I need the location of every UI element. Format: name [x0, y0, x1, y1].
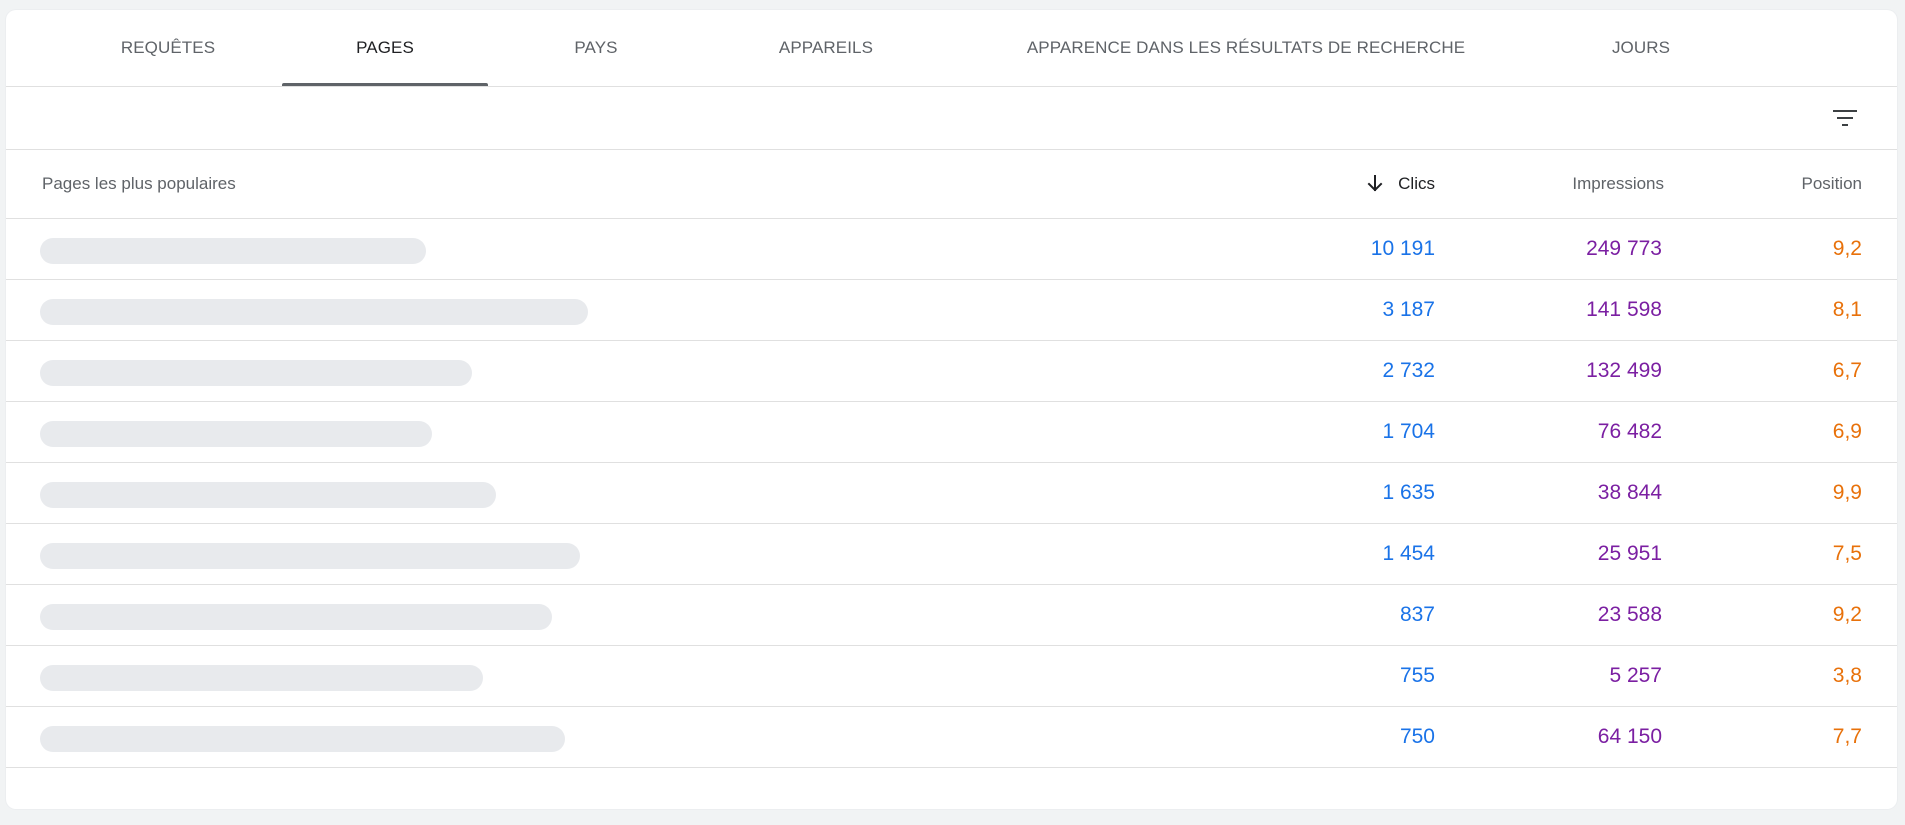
- position-cell: 8,1: [1832, 298, 1862, 321]
- position-cell: 7,5: [1832, 542, 1862, 565]
- impressions-cell: 25 951: [1597, 542, 1662, 565]
- position-cell: 6,7: [1832, 359, 1862, 382]
- clicks-cell: 750: [1399, 725, 1435, 748]
- position-cell: 9,2: [1832, 237, 1862, 260]
- page-url-placeholder: [40, 665, 483, 691]
- position-cell: 9,9: [1832, 481, 1862, 504]
- table-row[interactable]: 1 454 25 951 7,5: [6, 524, 1897, 585]
- impressions-cell: 132 499: [1586, 359, 1662, 382]
- tab-requetes[interactable]: REQUÊTES: [76, 10, 260, 86]
- table-row[interactable]: 2 732 132 499 6,7: [6, 341, 1897, 402]
- page-url-placeholder: [40, 604, 552, 630]
- impressions-cell: 38 844: [1597, 481, 1662, 504]
- filter-icon[interactable]: [1833, 107, 1857, 129]
- column-header-impressions[interactable]: Impressions: [1572, 150, 1664, 218]
- impressions-cell: 64 150: [1597, 725, 1662, 748]
- page-url-placeholder: [40, 543, 580, 569]
- table-header: Pages les plus populaires Clics Impressi…: [6, 150, 1897, 219]
- active-tab-indicator: [282, 83, 488, 86]
- page-url-placeholder: [40, 238, 426, 264]
- position-cell: 6,9: [1832, 420, 1862, 443]
- impressions-cell: 23 588: [1597, 603, 1662, 626]
- tab-appareils[interactable]: APPAREILS: [726, 10, 926, 86]
- table-row[interactable]: 3 187 141 598 8,1: [6, 280, 1897, 341]
- table-row[interactable]: 755 5 257 3,8: [6, 646, 1897, 707]
- performance-table-card: REQUÊTES PAGES PAYS APPAREILS APPARENCE …: [6, 10, 1897, 809]
- page-url-placeholder: [40, 726, 565, 752]
- clicks-cell: 3 187: [1382, 298, 1435, 321]
- impressions-cell: 141 598: [1586, 298, 1662, 321]
- clicks-cell: 2 732: [1382, 359, 1435, 382]
- table-row[interactable]: 10 191 249 773 9,2: [6, 219, 1897, 280]
- page-url-placeholder: [40, 421, 432, 447]
- page-url-placeholder: [40, 299, 588, 325]
- column-header-clicks[interactable]: Clics: [1367, 150, 1435, 218]
- position-cell: 7,7: [1832, 725, 1862, 748]
- clicks-header-label: Clics: [1398, 174, 1435, 193]
- table-body: 10 191 249 773 9,2 3 187 141 598 8,1 2 7…: [6, 219, 1897, 768]
- tab-pays[interactable]: PAYS: [526, 10, 666, 86]
- page-url-placeholder: [40, 360, 472, 386]
- table-row[interactable]: 750 64 150 7,7: [6, 707, 1897, 768]
- column-header-position[interactable]: Position: [1802, 150, 1862, 218]
- impressions-cell: 5 257: [1609, 664, 1662, 687]
- filter-bar: [6, 87, 1897, 150]
- clicks-cell: 1 704: [1382, 420, 1435, 443]
- impressions-cell: 76 482: [1597, 420, 1662, 443]
- table-row[interactable]: 1 704 76 482 6,9: [6, 402, 1897, 463]
- tab-jours[interactable]: JOURS: [1566, 10, 1716, 86]
- clicks-cell: 1 454: [1382, 542, 1435, 565]
- position-cell: 9,2: [1832, 603, 1862, 626]
- position-cell: 3,8: [1832, 664, 1862, 687]
- table-row[interactable]: 837 23 588 9,2: [6, 585, 1897, 646]
- clicks-cell: 10 191: [1370, 237, 1435, 260]
- table-row[interactable]: 1 635 38 844 9,9: [6, 463, 1897, 524]
- page-url-placeholder: [40, 482, 496, 508]
- clicks-cell: 755: [1399, 664, 1435, 687]
- column-header-pages: Pages les plus populaires: [42, 174, 236, 193]
- tab-apparence[interactable]: APPARENCE DANS LES RÉSULTATS DE RECHERCH…: [996, 10, 1496, 86]
- tab-pages[interactable]: PAGES: [282, 10, 488, 86]
- clicks-cell: 1 635: [1382, 481, 1435, 504]
- dimension-tabs: REQUÊTES PAGES PAYS APPAREILS APPARENCE …: [6, 10, 1897, 87]
- arrow-down-icon: [1367, 175, 1383, 192]
- clicks-cell: 837: [1399, 603, 1435, 626]
- impressions-cell: 249 773: [1586, 237, 1662, 260]
